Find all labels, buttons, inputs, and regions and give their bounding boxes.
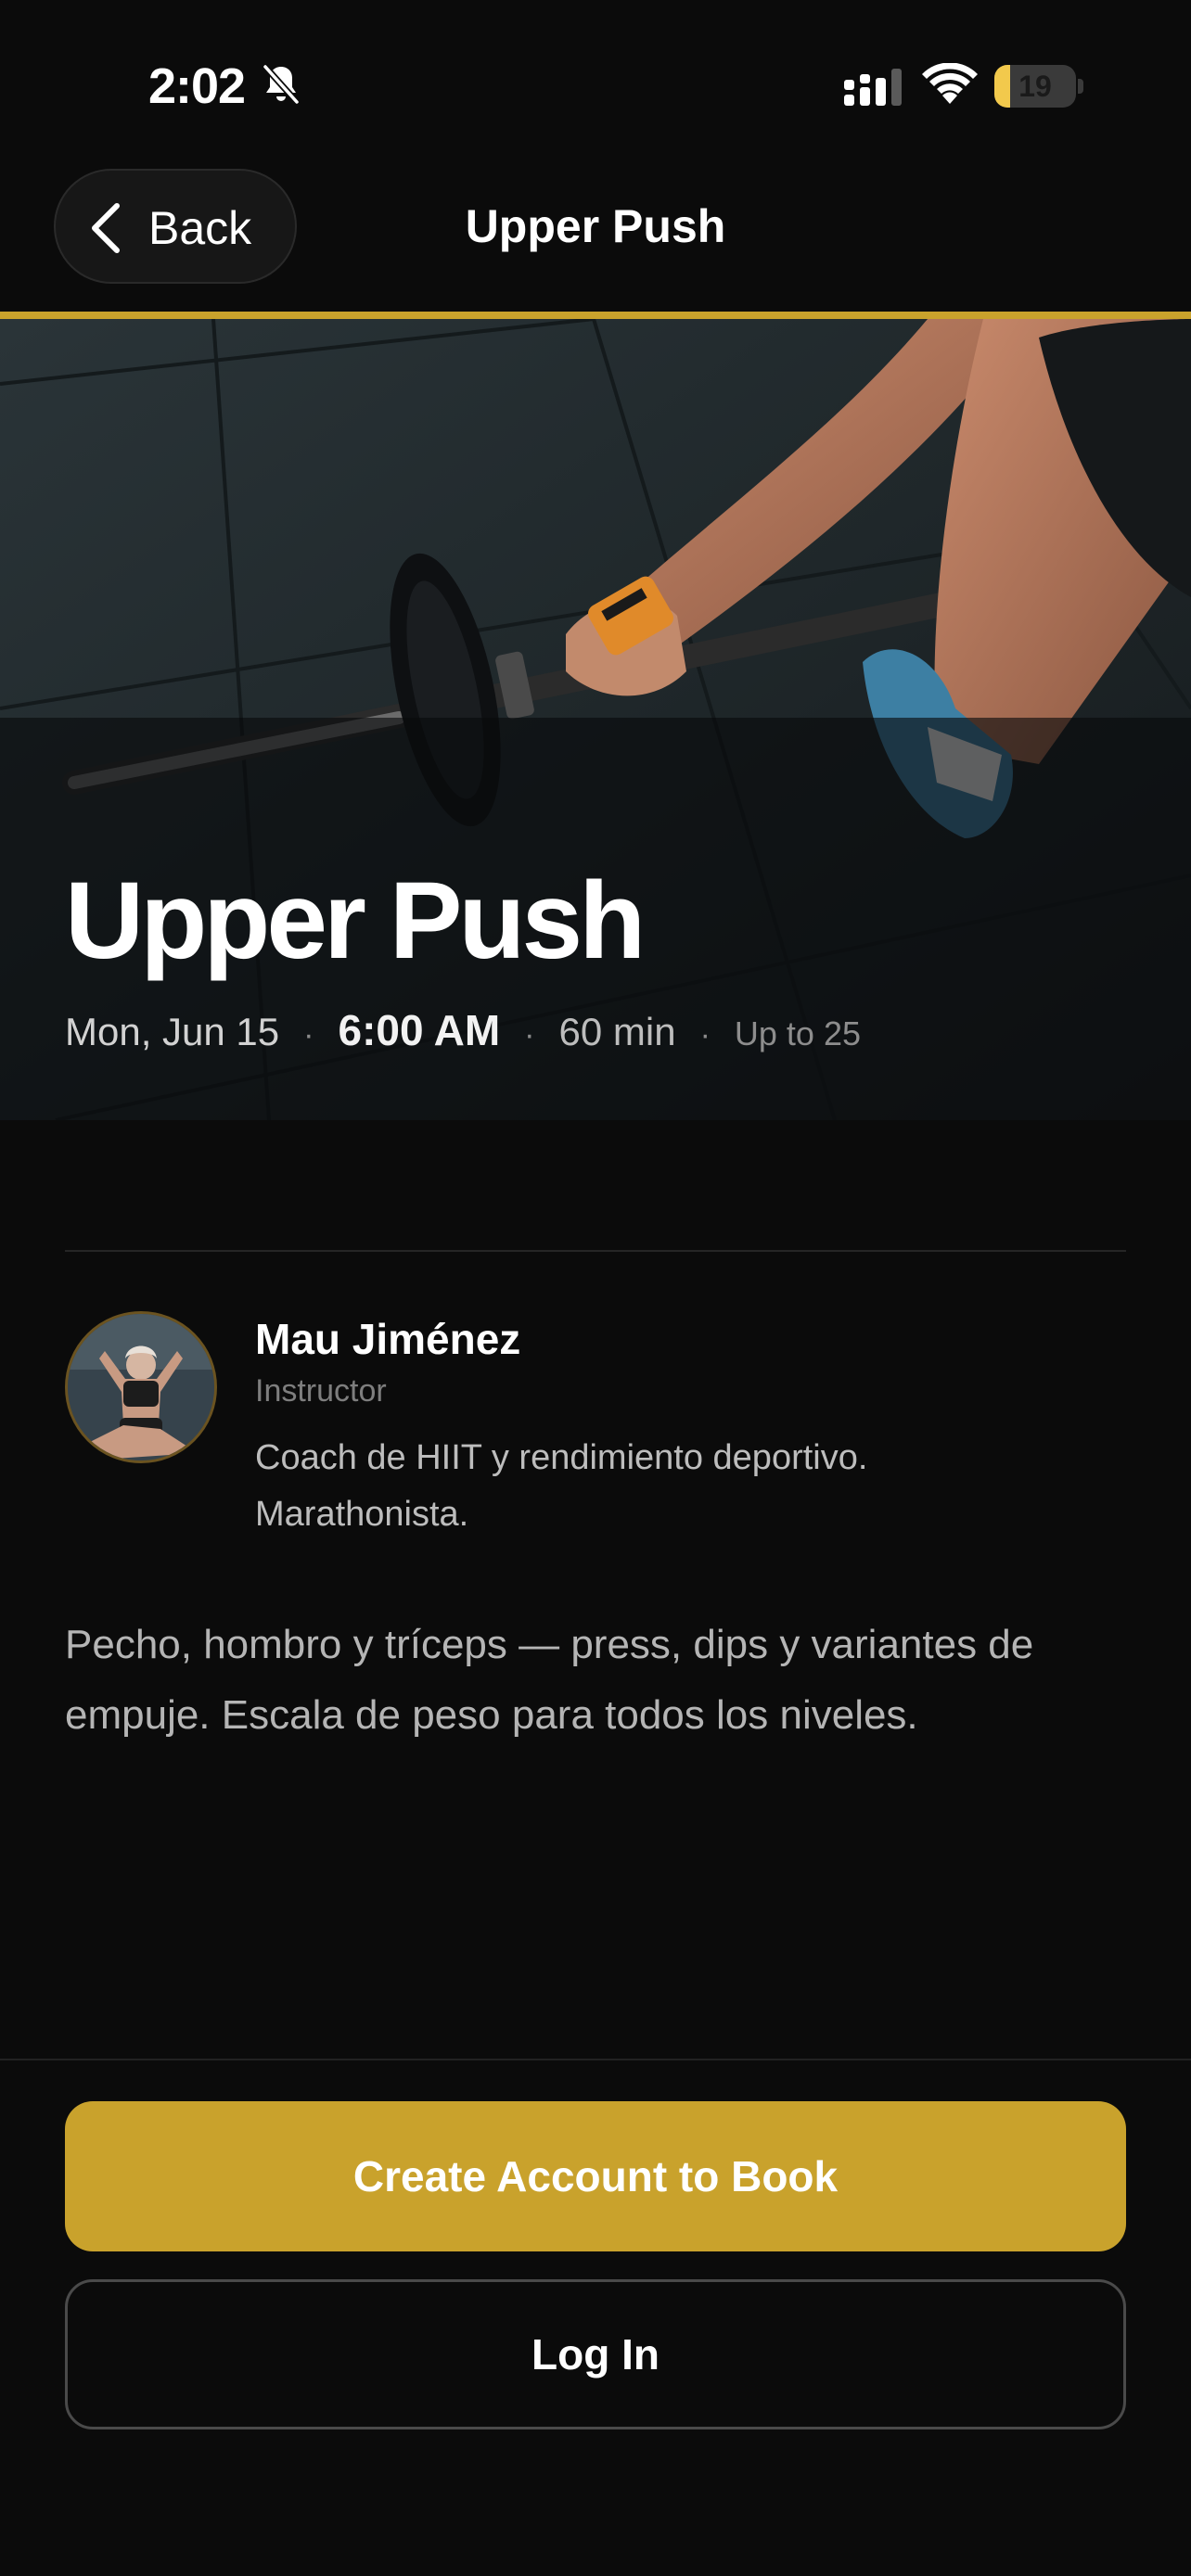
- class-time: 6:00 AM: [338, 1006, 501, 1054]
- instructor-role: Instructor: [255, 1373, 387, 1409]
- instructor-bio: Coach de HIIT y rendimiento deportivo. M…: [255, 1438, 868, 1534]
- bell-slash-icon: [263, 64, 300, 105]
- class-capacity: Up to 25: [734, 1014, 861, 1052]
- status-time: 2:02: [148, 58, 246, 114]
- wifi-icon: [922, 63, 978, 104]
- signal-icon: [844, 69, 902, 106]
- footer-divider: [0, 2059, 1191, 2060]
- meta-separator: ·: [303, 1017, 314, 1052]
- nav-title: Upper Push: [465, 200, 726, 252]
- meta-separator: ·: [699, 1017, 711, 1052]
- status-bar: 2:02 19: [0, 0, 1191, 167]
- class-meta: Mon, Jun 15 · 6:00 AM · 60 min · Up to 2…: [65, 1005, 861, 1061]
- create-account-button[interactable]: Create Account to Book: [65, 2101, 1126, 2251]
- accent-divider: [0, 312, 1191, 319]
- instructor-name: Mau Jiménez: [255, 1315, 521, 1363]
- class-title: Upper Push: [65, 860, 646, 982]
- battery-icon: 19: [994, 65, 1083, 109]
- instructor-photo: [68, 1314, 214, 1460]
- class-description: Pecho, hombro y tríceps — press, dips y …: [65, 1622, 1034, 1738]
- meta-separator: ·: [524, 1017, 535, 1052]
- class-duration: 60 min: [558, 1010, 676, 1053]
- log-in-button[interactable]: Log In: [65, 2279, 1126, 2429]
- battery-level: 19: [1018, 70, 1052, 103]
- section-divider: [65, 1250, 1126, 1252]
- instructor-avatar[interactable]: [65, 1311, 217, 1463]
- class-date: Mon, Jun 15: [65, 1010, 280, 1053]
- hero-image: Upper Push Mon, Jun 15 · 6:00 AM · 60 mi…: [0, 319, 1191, 1120]
